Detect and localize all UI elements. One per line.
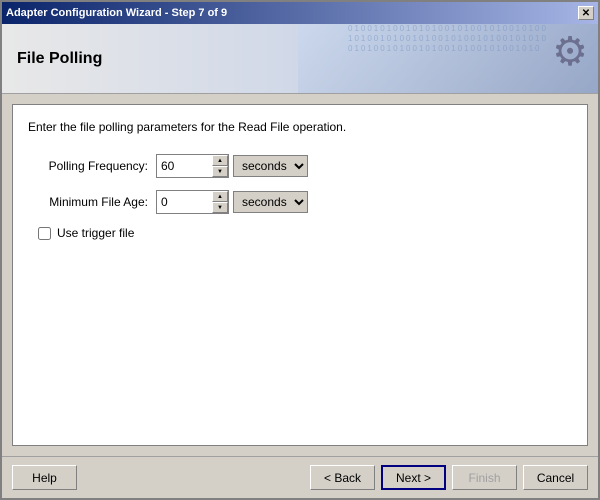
minimum-file-age-row: Minimum File Age: ▲ ▼ seconds minutes ho…	[28, 190, 572, 214]
cancel-button[interactable]: Cancel	[523, 465, 588, 490]
minimum-file-age-spinner: ▲ ▼	[156, 190, 229, 214]
finish-button[interactable]: Finish	[452, 465, 517, 490]
footer-left: Help	[12, 465, 77, 490]
title-bar: Adapter Configuration Wizard - Step 7 of…	[2, 2, 598, 24]
trigger-file-checkbox[interactable]	[38, 227, 51, 240]
minimum-file-age-unit-select[interactable]: seconds minutes hours	[233, 191, 308, 213]
polling-frequency-row: Polling Frequency: ▲ ▼ seconds minutes h…	[28, 154, 572, 178]
polling-frequency-input-group: ▲ ▼ seconds minutes hours	[156, 154, 308, 178]
window-title: Adapter Configuration Wizard - Step 7 of…	[6, 7, 227, 19]
footer-right: < Back Next > Finish Cancel	[310, 465, 588, 490]
minimum-file-age-down-button[interactable]: ▼	[212, 202, 228, 213]
description-text: Enter the file polling parameters for th…	[28, 120, 572, 134]
trigger-file-label: Use trigger file	[57, 226, 134, 240]
close-button[interactable]: ✕	[578, 6, 594, 20]
polling-frequency-unit-select[interactable]: seconds minutes hours	[233, 155, 308, 177]
polling-frequency-up-button[interactable]: ▲	[212, 155, 228, 166]
polling-frequency-input[interactable]	[157, 155, 212, 177]
footer: Help < Back Next > Finish Cancel	[2, 456, 598, 498]
digital-background: 0100101001010100101001010010100101001010…	[348, 24, 548, 94]
next-button[interactable]: Next >	[381, 465, 446, 490]
page-title: File Polling	[17, 50, 102, 68]
content-area: Enter the file polling parameters for th…	[2, 94, 598, 456]
help-button[interactable]: Help	[12, 465, 77, 490]
minimum-file-age-label: Minimum File Age:	[28, 195, 148, 209]
content-panel: Enter the file polling parameters for th…	[12, 104, 588, 446]
minimum-file-age-up-button[interactable]: ▲	[212, 191, 228, 202]
back-button[interactable]: < Back	[310, 465, 375, 490]
header-banner: File Polling 010010100101010010100101001…	[2, 24, 598, 94]
main-window: Adapter Configuration Wizard - Step 7 of…	[0, 0, 600, 500]
minimum-file-age-input-group: ▲ ▼ seconds minutes hours	[156, 190, 308, 214]
polling-frequency-spinner: ▲ ▼	[156, 154, 229, 178]
polling-frequency-label: Polling Frequency:	[28, 159, 148, 173]
gear-icon: ⚙	[552, 29, 588, 75]
polling-frequency-spinner-buttons: ▲ ▼	[212, 155, 228, 177]
trigger-file-row: Use trigger file	[38, 226, 572, 240]
minimum-file-age-spinner-buttons: ▲ ▼	[212, 191, 228, 213]
polling-frequency-down-button[interactable]: ▼	[212, 166, 228, 177]
minimum-file-age-input[interactable]	[157, 191, 212, 213]
